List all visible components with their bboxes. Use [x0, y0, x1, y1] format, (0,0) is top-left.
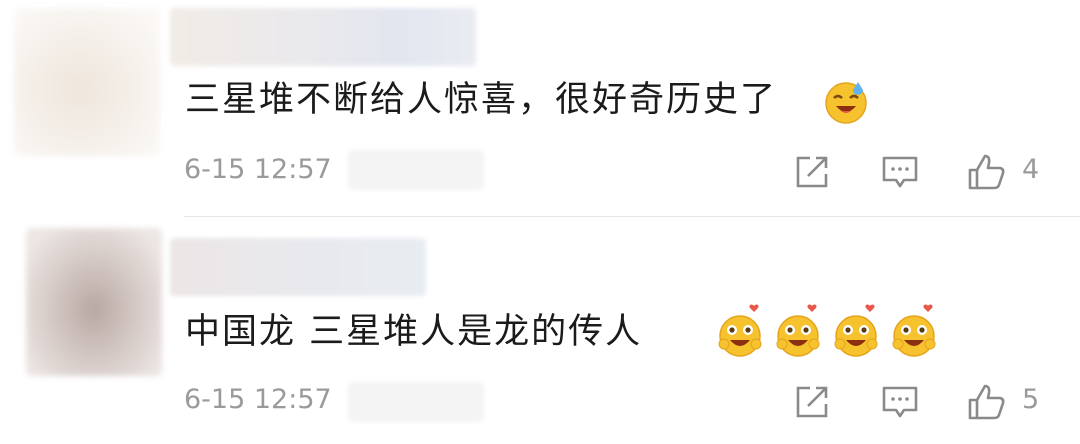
heart-eyes-emoji — [776, 304, 820, 357]
username-redacted[interactable] — [170, 238, 426, 296]
reply-icon[interactable] — [880, 382, 920, 422]
emoji-row — [822, 76, 872, 126]
comment-text: 三星堆不断给人惊喜，很好奇历史了 — [185, 80, 778, 120]
like-count: 4 — [1022, 154, 1040, 185]
tears-of-joy-emoji — [825, 82, 867, 124]
like-icon[interactable] — [966, 152, 1006, 192]
avatar[interactable] — [26, 228, 162, 376]
location-redacted — [348, 382, 484, 422]
comment-text: 中国龙 三星堆人是龙的传人 — [185, 312, 643, 352]
like-icon[interactable] — [966, 382, 1006, 422]
divider — [184, 216, 1080, 217]
reply-icon[interactable] — [880, 152, 920, 192]
comment-time: 6-15 12:57 — [184, 384, 332, 415]
username-redacted[interactable] — [170, 8, 476, 66]
share-icon[interactable] — [792, 152, 832, 192]
avatar[interactable] — [14, 8, 160, 156]
emoji-row — [716, 302, 940, 360]
heart-eyes-emoji — [834, 304, 878, 357]
comment-time: 6-15 12:57 — [184, 154, 332, 185]
share-icon[interactable] — [792, 382, 832, 422]
like-count: 5 — [1022, 384, 1040, 415]
comment-item: 三星堆不断给人惊喜，很好奇历史了 6-15 12:57 4 — [0, 0, 1080, 218]
heart-eyes-emoji — [892, 304, 936, 357]
comment-item: 中国龙 三星堆人是龙的传人 6-15 12:57 5 — [0, 218, 1080, 444]
location-redacted — [348, 150, 484, 190]
heart-eyes-emoji — [718, 304, 762, 357]
